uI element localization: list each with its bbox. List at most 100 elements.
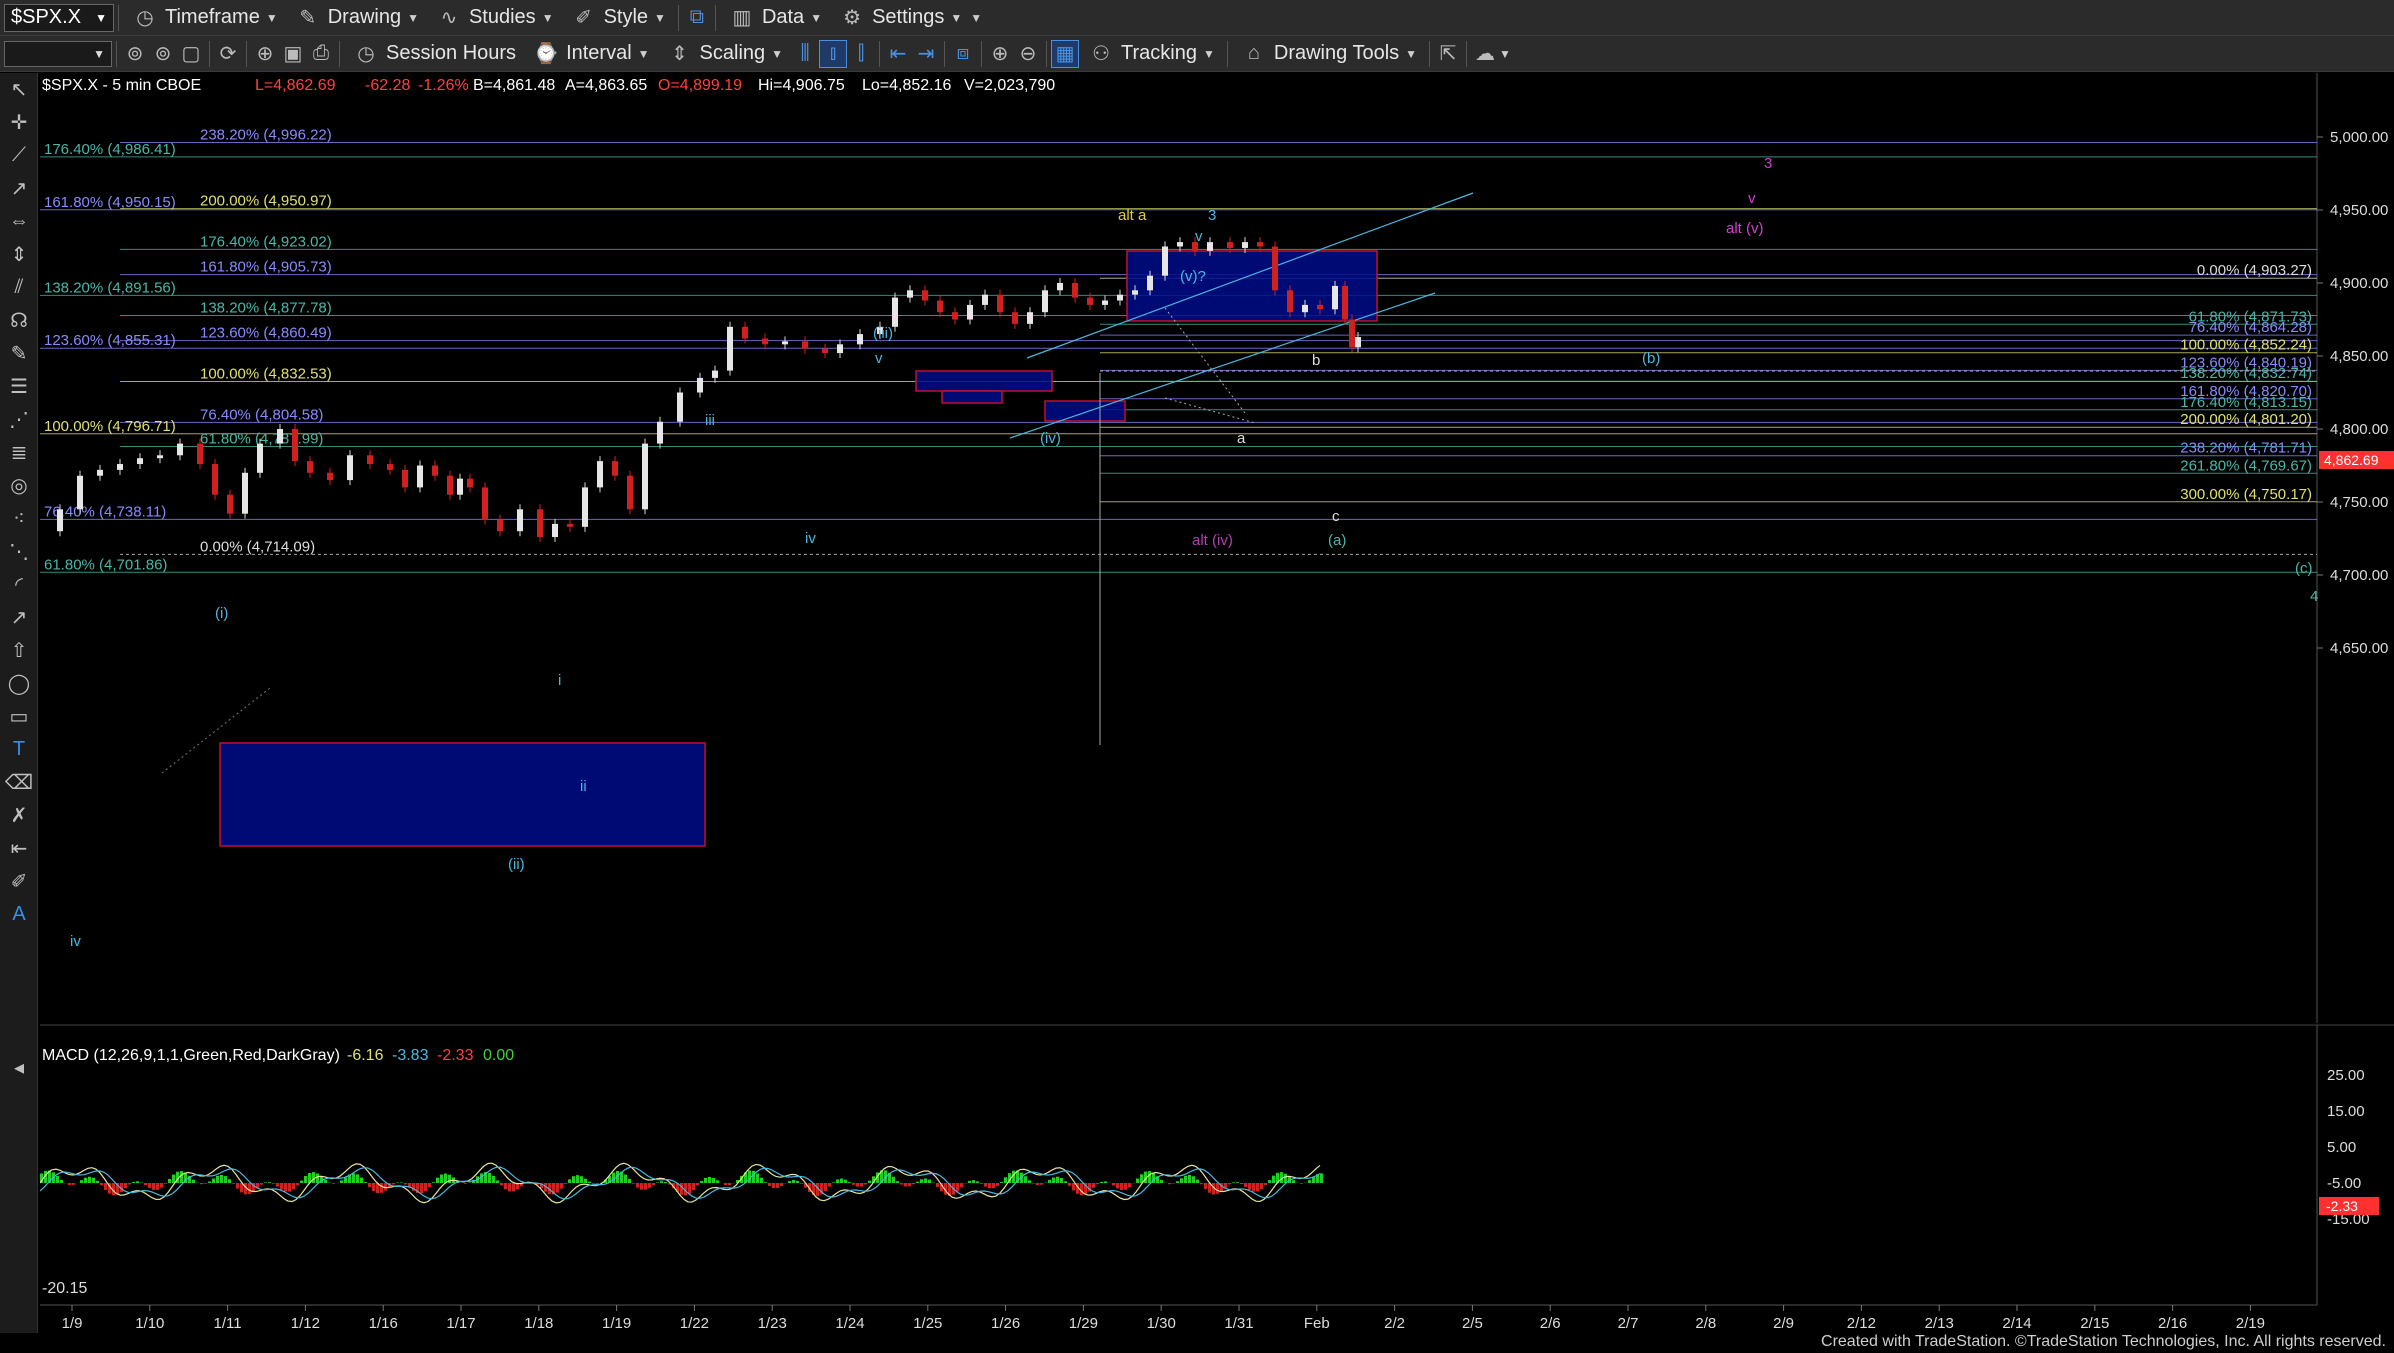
macd-histogram-bar (752, 1170, 755, 1183)
paint-icon[interactable]: ✐ (0, 865, 38, 898)
chevron-down-icon: ▼ (810, 10, 823, 25)
text-style-icon[interactable]: A (0, 898, 38, 931)
style-menu[interactable]: ✐ Style ▼ (562, 3, 674, 33)
macd-value: -6.16 (347, 1047, 384, 1064)
fib-label: 76.40% (4,804.58) (200, 406, 323, 423)
session-hours-button[interactable]: ◷ Session Hours (344, 39, 524, 69)
drawing-tools-menu[interactable]: ⌂ Drawing Tools ▼ (1232, 39, 1425, 69)
macd-histogram-bar (288, 1183, 291, 1192)
trendline-icon[interactable]: ⟋ (0, 139, 38, 172)
vertical-line-icon[interactable]: ⇕ (0, 238, 38, 271)
bar-chart-icon[interactable]: ⫼ (791, 40, 819, 68)
price-tick-label: 5,000.00 (2330, 129, 2388, 146)
fib-icon[interactable]: ☊ (0, 304, 38, 337)
fib-label: 0.00% (4,714.09) (200, 538, 315, 555)
price-axis[interactable]: 5,000.00 4,950.00 4,900.00 4,850.00 4,800.00… (2317, 129, 2388, 657)
price-tick-label: 4,650.00 (2330, 640, 2388, 657)
gear-icon: ⚙ (843, 7, 862, 29)
zoom-in-icon[interactable]: ⊕ (986, 40, 1014, 68)
print-icon[interactable]: ⎙ (307, 40, 335, 68)
pct-change: -1.26% (418, 77, 469, 94)
support-box[interactable] (219, 742, 706, 847)
fib-extension-icon[interactable]: ⋰ (0, 403, 38, 436)
spiral-icon[interactable]: ◎ (0, 469, 38, 502)
link-icon[interactable]: ⊚ (121, 40, 149, 68)
link-icon[interactable]: ⊚ (149, 40, 177, 68)
candle-body (97, 469, 103, 476)
candle-body (1072, 283, 1078, 298)
macd-histogram-bar (1172, 1183, 1175, 1184)
ohlc-icon[interactable]: ⫿ (847, 40, 875, 68)
macd-tag-text: -2.33 (2326, 1198, 2358, 1214)
eraser-icon[interactable]: ⌫ (0, 766, 38, 799)
candle-body (1042, 290, 1048, 313)
resistance-box-2[interactable] (941, 390, 1003, 404)
open-price: O=4,899.19 (658, 77, 742, 94)
list-icon[interactable]: ≣ (0, 436, 38, 469)
resistance-box-3[interactable] (1044, 400, 1126, 422)
grid-icon[interactable]: ▦ (1051, 39, 1080, 68)
settings-menu[interactable]: ⚙ Settings ▼ (830, 3, 970, 33)
chevron-down-icon[interactable]: ▼ (1499, 47, 1511, 61)
candlestick-icon[interactable]: ⫾ (819, 39, 848, 68)
tracking-menu[interactable]: ⚇ Tracking ▼ (1079, 39, 1223, 69)
data-menu[interactable]: ▥ Data ▼ (720, 3, 830, 33)
macd-histogram-bar (1072, 1183, 1075, 1191)
macd-histogram-bar (972, 1180, 975, 1183)
drawing-tools-label: Drawing Tools (1273, 42, 1400, 64)
macd-histogram-bar (228, 1179, 231, 1183)
zoom-out-icon[interactable]: ⊖ (1014, 40, 1042, 68)
save-icon[interactable]: ▣ (279, 40, 307, 68)
up-arrow-icon[interactable]: ⇧ (0, 634, 38, 667)
candle-body (627, 475, 633, 510)
arrow-icon[interactable]: ↗ (0, 601, 38, 634)
chart-area[interactable]: $SPX.X - 5 min CBOE L=4,862.69 -62.28 -1… (39, 73, 2394, 1353)
text-icon[interactable]: T (0, 733, 38, 766)
interval-menu[interactable]: ⌚ Interval ▼ (524, 39, 657, 69)
arc-icon[interactable]: ◜ (0, 568, 38, 601)
settings-label: Settings (872, 6, 945, 28)
pencil-icon[interactable]: ✎ (0, 337, 38, 370)
timeframe-menu[interactable]: ◷ Timeframe ▼ (123, 3, 286, 33)
pointer-icon[interactable]: ↖ (0, 73, 38, 106)
symbol-input[interactable]: $SPX.X ▼ (4, 3, 114, 32)
dots-icon[interactable]: ⁖ (0, 502, 38, 535)
snap-icon[interactable]: ⇤ (0, 832, 38, 865)
horizontal-line-icon[interactable]: ⇔ (0, 205, 38, 238)
window-icon[interactable]: ▢ (177, 40, 205, 68)
collapse-icon[interactable]: ◂ (0, 1051, 38, 1084)
wave-label: alt a (1118, 207, 1147, 224)
studies-menu[interactable]: ∿ Studies ▼ (427, 3, 562, 33)
scaling-menu[interactable]: ⇕ Scaling ▼ (658, 39, 792, 69)
chat-icon[interactable]: ☁ (1471, 40, 1499, 68)
chart-layout-icon[interactable]: ⧉ (683, 4, 711, 32)
interval-input[interactable]: ▼ (4, 40, 112, 67)
layout-icon[interactable]: ⧈ (949, 40, 977, 68)
scroll-right-icon[interactable]: ⇥ (912, 40, 940, 68)
wave-label: v (1748, 190, 1756, 207)
macd-histogram-bar (824, 1183, 827, 1192)
macd-histogram-bar (1308, 1180, 1311, 1183)
channel-upper[interactable] (1026, 192, 1474, 359)
speed-lines-icon[interactable]: ⋱ (0, 535, 38, 568)
delete-drawing-icon[interactable]: ✗ (0, 799, 38, 832)
drawing-menu[interactable]: ✎ Drawing ▼ (286, 3, 427, 33)
macd-histogram-bar (220, 1174, 223, 1183)
resistance-box-1[interactable] (915, 370, 1053, 392)
candle-body (782, 341, 788, 345)
toolbar-overflow-icon[interactable]: ▼ (970, 11, 982, 25)
macd-histogram-bar (1248, 1183, 1251, 1190)
macd-histogram-bar (1024, 1176, 1027, 1183)
search-icon[interactable]: ⊕ (251, 40, 279, 68)
export-icon[interactable]: ⇱ (1434, 40, 1462, 68)
scroll-left-icon[interactable]: ⇤ (884, 40, 912, 68)
macd-histogram-bar (800, 1183, 803, 1184)
ellipse-icon[interactable]: ◯ (0, 667, 38, 700)
date-axis[interactable]: 1/9 1/10 1/11 1/12 1/16 1/17 1/18 1/19 1/22 1/23 1… (62, 1305, 2265, 1332)
crosshair-icon[interactable]: ✛ (0, 106, 38, 139)
refresh-icon[interactable]: ⟳ (214, 40, 242, 68)
fib-lines-icon[interactable]: ☰ (0, 370, 38, 403)
rectangle-icon[interactable]: ▭ (0, 700, 38, 733)
ray-icon[interactable]: ↗ (0, 172, 38, 205)
channel-icon[interactable]: ⫽ (0, 271, 38, 304)
